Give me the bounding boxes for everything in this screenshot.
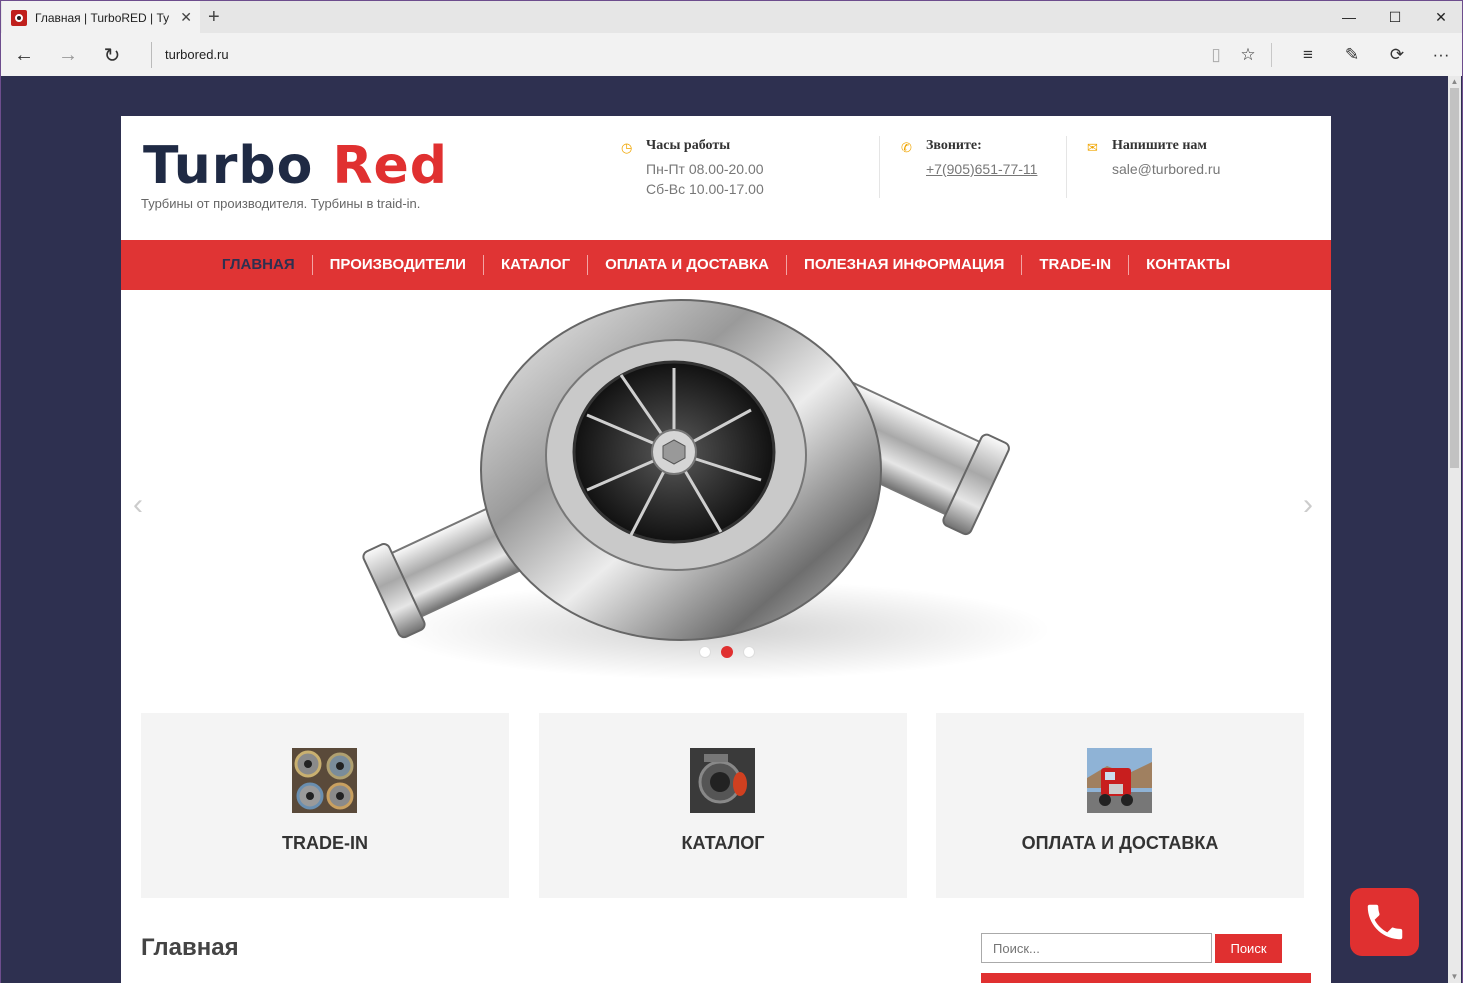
menu-item-payment-delivery[interactable]: ОПЛАТА И ДОСТАВКА [588,255,788,275]
search-input[interactable] [981,933,1212,963]
catalog-image [690,748,755,813]
feature-label: ОПЛАТА И ДОСТАВКА [1021,833,1219,853]
close-window-icon[interactable]: ✕ [1418,1,1463,33]
address-bar: ← → ↻ turbored.ru ▯ ☆ ≡ ✎ ⟳ ··· [0,33,1463,76]
hub-icon[interactable]: ≡ [1295,43,1321,67]
favorite-star-icon[interactable]: ☆ [1235,43,1261,67]
menu-item-manufacturers[interactable]: ПРОИЗВОДИТЕЛИ [313,255,484,275]
feature-catalog[interactable]: КАТАЛОГ [539,713,907,898]
reading-view-icon[interactable]: ▯ [1203,43,1229,67]
tab-close-icon[interactable]: ✕ [180,9,192,25]
web-note-icon[interactable]: ✎ [1339,43,1365,67]
menu-item-home[interactable]: ГЛАВНАЯ [205,255,313,275]
slider-dot[interactable] [743,646,755,658]
more-icon[interactable]: ··· [1428,43,1454,67]
browser-tab[interactable]: Главная | TurboRED | Ту ✕ [2,1,200,34]
page-title: Главная [141,934,239,961]
url-field[interactable]: turbored.ru [151,42,229,68]
site-page: Turbo Red Турбины от производителя. Турб… [121,116,1331,983]
menu-item-contacts[interactable]: КОНТАКТЫ [1129,255,1247,275]
slider-next-icon[interactable]: › [1303,490,1313,520]
main-menu: ГЛАВНАЯ ПРОИЗВОДИТЕЛИ КАТАЛОГ ОПЛАТА И Д… [121,240,1331,290]
slider-dot[interactable] [699,646,711,658]
hero-slider: ‹ › [121,290,1331,693]
site-favicon-icon [11,9,27,26]
site-tagline: Турбины от производителя. Турбины в trai… [141,196,421,211]
email-info: ✉ Напишите нам sale@turbored.ru [1087,138,1221,179]
minimize-icon[interactable]: — [1326,1,1372,33]
envelope-icon: ✉ [1087,140,1098,155]
slider-dot-active[interactable] [721,646,733,658]
email-link[interactable]: sale@turbored.ru [1087,159,1220,179]
page-viewport: ▲ ▼ Turbo Red Турбины от производителя. … [0,76,1463,983]
menu-item-trade-in[interactable]: TRADE-IN [1022,255,1130,275]
slider-prev-icon[interactable]: ‹ [133,490,143,520]
search-button[interactable]: Поиск [1215,934,1282,963]
site-logo[interactable]: Turbo Red [143,136,448,196]
turbocharger-image [362,299,1051,680]
trade-in-image [292,748,357,813]
sidebar-widget-header [981,973,1311,983]
delivery-truck-image [1087,748,1152,813]
feature-trade-in[interactable]: TRADE-IN [141,713,509,898]
feature-label: TRADE-IN [282,833,368,853]
feature-payment-delivery[interactable]: ОПЛАТА И ДОСТАВКА [936,713,1304,898]
phone-link[interactable]: +7(905)651-77-11 [901,159,1037,179]
browser-tab-bar: Главная | TurboRED | Ту ✕ + — ☐ ✕ [0,0,1463,34]
page-scrollbar[interactable]: ▲ ▼ [1448,76,1461,983]
menu-item-catalog[interactable]: КАТАЛОГ [484,255,589,275]
slider-dots [699,646,755,658]
feature-label: КАТАЛОГ [681,833,765,853]
tab-title: Главная | TurboRED | Ту [35,10,170,25]
phone-icon: ✆ [901,140,912,155]
clock-icon: ◷ [621,140,633,155]
working-hours: ◷ Часы работы Пн-Пт 08.00-20.00 Сб-Вс 10.… [621,138,764,197]
forward-icon[interactable]: → [55,42,81,68]
maximize-icon[interactable]: ☐ [1372,1,1418,33]
new-tab-icon[interactable]: + [208,6,220,28]
menu-item-useful-info[interactable]: ПОЛЕЗНАЯ ИНФОРМАЦИЯ [787,255,1023,275]
share-icon[interactable]: ⟳ [1384,43,1410,67]
back-icon[interactable]: ← [11,42,37,68]
phone-handset-icon [1367,904,1402,940]
refresh-icon[interactable]: ↻ [99,42,125,68]
call-info: ✆ Звоните: +7(905)651-77-11 [901,138,1038,179]
floating-call-button[interactable] [1350,888,1419,956]
